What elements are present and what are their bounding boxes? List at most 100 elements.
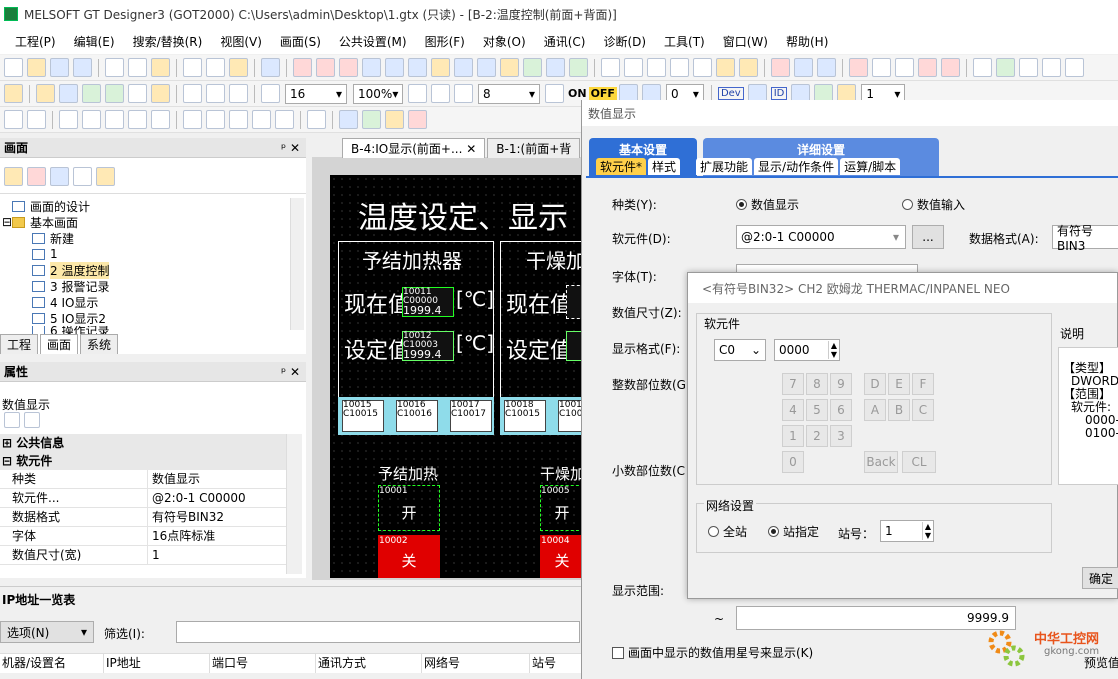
abc-icon[interactable] [817,58,836,77]
window-icon[interactable] [59,84,78,103]
tool-icon[interactable] [918,58,937,77]
select-arrow-icon[interactable] [229,58,248,77]
key-a[interactable]: A [864,399,886,421]
lamp[interactable]: 10015 C10015 [342,400,384,432]
network-icon[interactable] [941,58,960,77]
history-icon[interactable] [128,84,147,103]
pin-close-icon[interactable]: ᵖ ✕ [281,365,300,379]
panel-icon[interactable] [895,58,914,77]
key-c[interactable]: C [912,399,934,421]
menu-screen[interactable]: 画面(S) [271,33,330,50]
format-combo[interactable]: 有符号BIN3 [1052,224,1118,253]
key-6[interactable]: 6 [830,399,852,421]
font-size-select[interactable]: 16 ▾ [285,83,347,104]
paste-icon[interactable] [151,58,170,77]
align-icon-3[interactable] [105,110,124,129]
ip-icon[interactable] [408,58,427,77]
screen-switch-icon[interactable] [293,58,312,77]
screen-canvas[interactable]: 温度设定、显示 予结加热器 干燥加热 现在值 设定值 现在值 设定值 10011… [330,175,582,578]
menu-edit[interactable]: 编辑(E) [65,33,124,50]
menu-diag[interactable]: 诊断(D) [594,33,655,50]
tree-item-6[interactable]: 6 操作记录 [0,326,290,334]
lamp[interactable]: 10018 C10015 [504,400,546,432]
spin-icon[interactable]: ▲ ▼ [921,522,931,540]
key-9[interactable]: 9 [830,373,852,395]
menu-figure[interactable]: 图形(F) [416,33,474,50]
warning-icon[interactable] [96,167,115,186]
col-ip[interactable]: IP地址 [104,654,210,673]
setpoint-value-field-right[interactable] [566,331,582,361]
property-row[interactable]: 数据格式 有符号BIN32 [0,508,286,527]
grid-icon[interactable] [545,84,564,103]
property-scrollbar[interactable] [286,434,302,574]
rotate-icon-5[interactable] [275,110,294,129]
menu-view[interactable]: 视图(V) [211,33,271,50]
present-value-field[interactable]: 10011 C00000 1999.4 [402,287,454,317]
device-browse-button[interactable]: ... [912,225,944,249]
transfer-icon[interactable] [849,58,868,77]
search-device-icon[interactable] [385,58,404,77]
add-object-icon[interactable] [4,84,23,103]
col-network[interactable]: 网络号 [422,654,530,673]
key-clear[interactable]: CL [902,451,936,473]
menu-search[interactable]: 搜索/替换(R) [124,33,212,50]
lamp[interactable]: 10019C10016 [558,400,582,432]
spin-icon[interactable]: ▲ ▼ [827,341,837,359]
dev-toggle[interactable]: Dev [717,87,744,100]
move-up-icon[interactable] [339,110,358,129]
open-icon[interactable] [27,58,46,77]
station-spec-radio[interactable]: 站指定 [768,523,819,540]
rotate-icon-1[interactable] [183,110,202,129]
data-icon-3[interactable] [477,58,496,77]
fill-color-icon[interactable] [229,84,248,103]
tree-item-new[interactable]: 新建 [0,230,290,246]
copy-icon[interactable] [128,58,147,77]
group-common[interactable]: ⊞ 公共信息 [0,434,286,452]
key-2[interactable]: 2 [806,425,828,447]
tab-screen[interactable]: 画面 [40,334,79,354]
menu-help[interactable]: 帮助(H) [777,33,837,50]
align-icon-2[interactable] [82,110,101,129]
zoom-in-icon[interactable] [408,84,427,103]
rect-icon[interactable] [183,84,202,103]
help-icon[interactable] [261,58,280,77]
cut-icon[interactable] [105,58,124,77]
menu-object[interactable]: 对象(O) [474,33,535,50]
editor-tab-b4[interactable]: B-4:IO显示(前面+... ✕ [342,138,486,158]
rotate-icon-4[interactable] [252,110,271,129]
check-icon[interactable] [569,58,588,77]
layout-icon-6[interactable] [716,58,735,77]
layout-icon-2[interactable] [624,58,643,77]
ok-button[interactable]: 确定 [1082,567,1118,589]
write-icon[interactable] [771,58,790,77]
undo-icon[interactable] [183,58,202,77]
sort-alpha-icon[interactable] [24,412,40,428]
save-icon[interactable] [73,58,92,77]
key-b[interactable]: B [888,399,910,421]
sim-option-icon[interactable] [1065,58,1084,77]
zoom-select-icon[interactable] [261,84,280,103]
property-row[interactable]: 字体 16点阵标准 [0,527,286,546]
lamp[interactable]: 10017 C10017 [450,400,492,432]
data-icon-2[interactable] [454,58,473,77]
heat-on-switch-left[interactable]: 10001 开 [378,485,440,531]
menu-project[interactable]: 工程(P) [6,33,65,50]
layout-icon-4[interactable] [670,58,689,77]
key-3[interactable]: 3 [830,425,852,447]
new-icon[interactable] [4,58,23,77]
key-7[interactable]: 7 [782,373,804,395]
selected-object[interactable] [566,285,582,319]
align-icon-4[interactable] [128,110,147,129]
key-d[interactable]: D [864,373,886,395]
subtab-extension[interactable]: 扩展功能 [696,158,753,175]
id-toggle[interactable]: ID [770,87,788,100]
col-comm[interactable]: 通讯方式 [316,654,422,673]
key-back[interactable]: Back [864,451,898,473]
kind-display-radio[interactable]: 数值显示 [736,196,799,213]
tree-item-3[interactable]: 3 报警记录 [0,278,290,294]
edit-icon[interactable] [307,110,326,129]
screen-copy-icon[interactable] [316,58,335,77]
asterisk-checkbox[interactable]: 画面中显示的数值用星号来显示(K) [612,644,813,661]
setpoint-value-field[interactable]: 10012 C10003 1999.4 [402,331,454,361]
col-device[interactable]: 机器/设置名 [0,654,104,673]
